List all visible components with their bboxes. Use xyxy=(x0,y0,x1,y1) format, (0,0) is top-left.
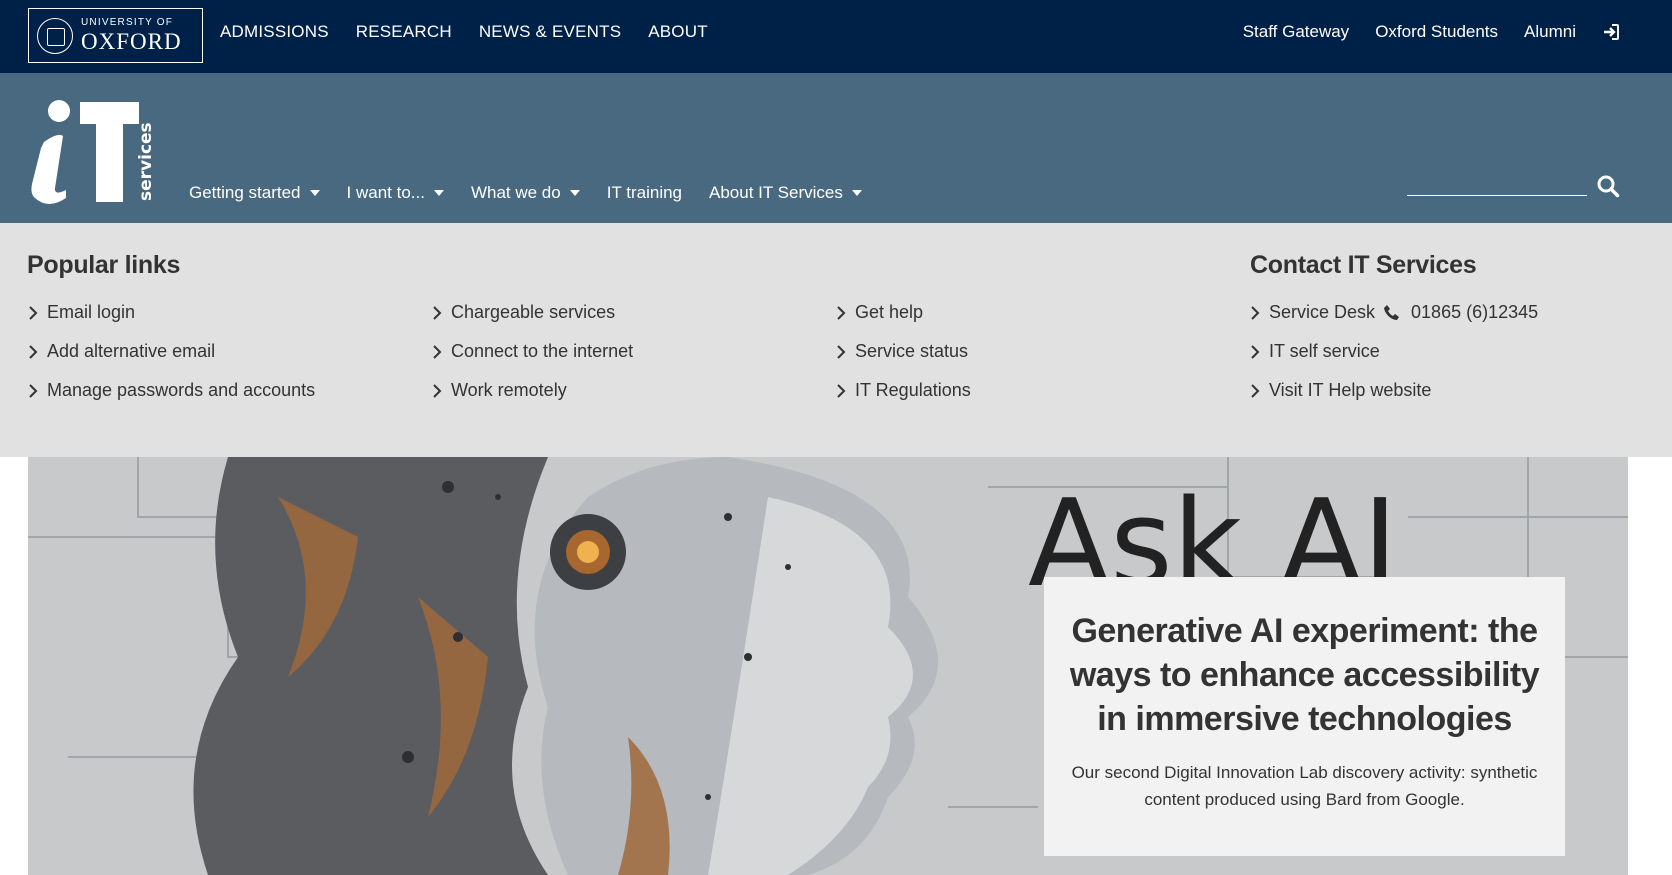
link-chargeable-services[interactable]: Chargeable services xyxy=(432,293,633,332)
link-get-help[interactable]: Get help xyxy=(836,293,971,332)
link-connect-internet[interactable]: Connect to the internet xyxy=(432,332,633,371)
chevron-right-icon xyxy=(29,305,38,320)
oxford-logo[interactable]: UNIVERSITY OF OXFORD xyxy=(28,8,203,63)
caret-down-icon xyxy=(433,190,444,196)
chevron-right-icon xyxy=(433,383,442,398)
caret-down-icon xyxy=(309,190,320,196)
link-label: Work remotely xyxy=(451,380,567,400)
popular-links-column-1: Email login Add alternative email Manage… xyxy=(28,293,315,410)
university-utility-links: Staff Gateway Oxford Students Alumni xyxy=(1217,22,1620,42)
sign-in-icon[interactable] xyxy=(1602,23,1620,41)
it-main-nav: Getting started I want to... What we do … xyxy=(189,183,889,203)
nav-getting-started[interactable]: Getting started xyxy=(189,183,320,203)
chevron-right-icon xyxy=(433,344,442,359)
link-staff-gateway[interactable]: Staff Gateway xyxy=(1243,22,1349,42)
link-label: Get help xyxy=(855,302,924,322)
chevron-right-icon xyxy=(837,305,846,320)
service-desk-label: Service Desk xyxy=(1269,302,1376,322)
logo-services-text: services xyxy=(136,122,156,201)
contact-links-column: Service Desk 01865 (6)12345 IT self servi… xyxy=(1250,293,1538,410)
oxford-logo-text: UNIVERSITY OF OXFORD xyxy=(81,17,182,54)
chevron-right-icon xyxy=(29,383,38,398)
link-label: Service status xyxy=(855,341,969,361)
link-service-status[interactable]: Service status xyxy=(836,332,971,371)
chevron-right-icon xyxy=(837,344,846,359)
nav-what-we-do-label: What we do xyxy=(470,183,561,202)
search-field-wrapper xyxy=(1407,170,1587,196)
link-label: Email login xyxy=(47,302,136,322)
link-label: Manage passwords and accounts xyxy=(47,380,316,400)
nav-research[interactable]: RESEARCH xyxy=(356,22,452,42)
university-main-nav: ADMISSIONS RESEARCH NEWS & EVENTS ABOUT xyxy=(220,22,735,42)
link-label: Visit IT Help website xyxy=(1269,380,1432,400)
contact-heading: Contact IT Services xyxy=(1250,251,1477,279)
hero-title[interactable]: Generative AI experiment: the ways to en… xyxy=(1068,609,1541,741)
caret-down-icon xyxy=(851,190,862,196)
hero-caption-card[interactable]: Generative AI experiment: the ways to en… xyxy=(1044,577,1565,856)
chevron-right-icon xyxy=(837,383,846,398)
link-it-self-service[interactable]: IT self service xyxy=(1250,332,1538,371)
link-label: IT Regulations xyxy=(855,380,971,400)
nav-about-it-services[interactable]: About IT Services xyxy=(709,183,862,203)
chevron-right-icon xyxy=(29,344,38,359)
nav-news-events[interactable]: NEWS & EVENTS xyxy=(479,22,621,42)
link-alumni[interactable]: Alumni xyxy=(1524,22,1576,42)
link-manage-passwords[interactable]: Manage passwords and accounts xyxy=(28,371,315,410)
caret-down-icon xyxy=(569,190,580,196)
logo-big-text: OXFORD xyxy=(81,29,182,54)
search-icon[interactable] xyxy=(1596,174,1620,198)
link-label: IT self service xyxy=(1269,341,1380,361)
nav-getting-started-label: Getting started xyxy=(189,183,301,202)
nav-admissions[interactable]: ADMISSIONS xyxy=(220,22,329,42)
popular-links-column-2: Chargeable services Connect to the inter… xyxy=(432,293,633,410)
nav-i-want-to-label: I want to... xyxy=(346,183,425,202)
link-label: Chargeable services xyxy=(451,302,616,322)
it-services-logo[interactable]: services xyxy=(30,98,160,208)
link-oxford-students[interactable]: Oxford Students xyxy=(1375,22,1498,42)
chevron-right-icon xyxy=(433,305,442,320)
quick-links-panel: Popular links Email login Add alternativ… xyxy=(0,223,1672,457)
oxford-crest-icon xyxy=(37,17,73,54)
link-label: Add alternative email xyxy=(47,341,216,361)
chevron-right-icon xyxy=(1251,383,1260,398)
phone-icon xyxy=(1384,304,1400,320)
nav-it-training-label: IT training xyxy=(606,183,682,202)
nav-i-want-to[interactable]: I want to... xyxy=(347,183,444,203)
nav-about[interactable]: ABOUT xyxy=(648,22,708,42)
link-it-help-website[interactable]: Visit IT Help website xyxy=(1250,371,1538,410)
hero-banner[interactable]: Ask AI Generative AI experiment: the way… xyxy=(28,457,1628,875)
service-desk-phone: 01865 (6)12345 xyxy=(1411,302,1539,322)
nav-it-training[interactable]: IT training xyxy=(607,183,682,203)
nav-about-it-services-label: About IT Services xyxy=(709,183,843,202)
university-top-bar: UNIVERSITY OF OXFORD ADMISSIONS RESEARCH… xyxy=(0,0,1672,73)
it-services-header: services Getting started I want to... Wh… xyxy=(0,73,1672,223)
link-email-login[interactable]: Email login xyxy=(28,293,315,332)
search-input[interactable] xyxy=(1407,170,1587,195)
link-it-regulations[interactable]: IT Regulations xyxy=(836,371,971,410)
chevron-right-icon xyxy=(1251,344,1260,359)
chevron-right-icon xyxy=(1251,305,1260,320)
link-service-desk[interactable]: Service Desk 01865 (6)12345 xyxy=(1250,293,1538,332)
logo-small-text: UNIVERSITY OF xyxy=(81,17,174,28)
nav-what-we-do[interactable]: What we do xyxy=(471,183,580,203)
popular-links-heading: Popular links xyxy=(27,251,181,279)
link-label: Connect to the internet xyxy=(451,341,634,361)
popular-links-column-3: Get help Service status IT Regulations xyxy=(836,293,971,410)
link-work-remotely[interactable]: Work remotely xyxy=(432,371,633,410)
link-add-alternative-email[interactable]: Add alternative email xyxy=(28,332,315,371)
hero-description: Our second Digital Innovation Lab discov… xyxy=(1071,763,1538,809)
